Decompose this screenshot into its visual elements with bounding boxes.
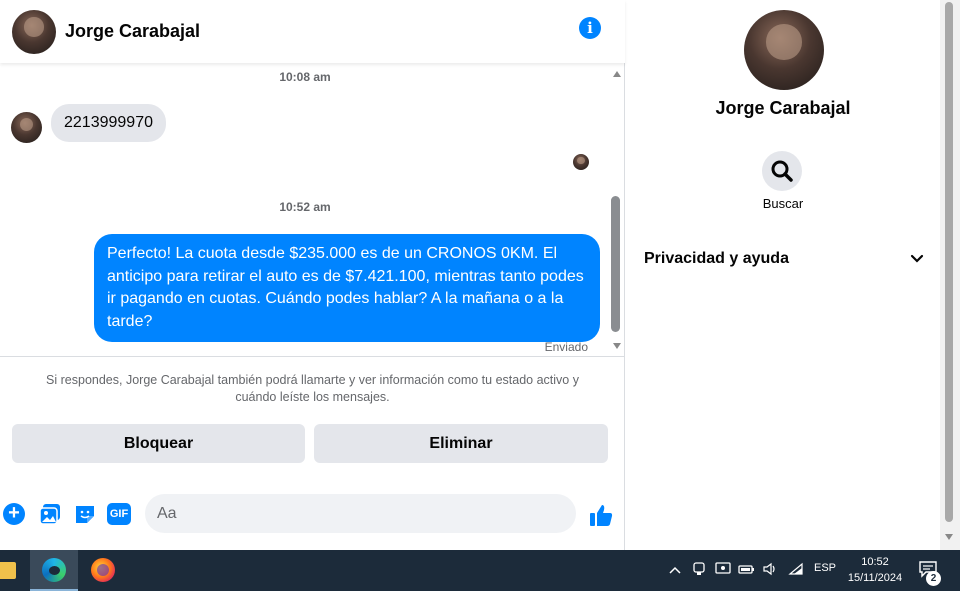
taskbar: ESP 10:52 15/11/2024 2 [0,550,960,591]
message-input[interactable] [157,503,537,525]
scroll-down-icon[interactable] [613,343,621,349]
delete-button[interactable]: Eliminar [314,424,608,463]
chevron-down-icon [910,254,924,263]
edge-button[interactable] [30,550,78,591]
sticker-icon[interactable] [74,503,96,525]
search-icon [771,160,793,182]
message-scrollbar[interactable] [610,66,624,354]
window-scrollbar[interactable] [940,0,960,550]
notification-badge: 2 [926,571,941,586]
volume-icon[interactable] [761,561,779,579]
profile-avatar[interactable] [744,10,824,90]
message-timestamp: 10:52 am [279,200,331,214]
info-icon[interactable]: i [579,17,601,39]
search-label[interactable]: Buscar [626,196,940,211]
window-scrollbar-thumb[interactable] [945,2,953,522]
block-button[interactable]: Bloquear [12,424,305,463]
file-explorer-icon [0,562,16,579]
seen-avatar [573,154,589,170]
incoming-message[interactable]: 2213999970 [51,104,166,142]
contact-name[interactable]: Jorge Carabajal [65,21,200,42]
firefox-button[interactable] [79,550,127,591]
clock-time: 10:52 [861,556,889,568]
sent-status: Enviado [544,340,588,354]
message-input-box[interactable] [145,494,713,533]
contact-avatar[interactable] [12,9,56,54]
clock-date: 15/11/2024 [847,572,903,584]
battery-icon[interactable] [738,561,756,579]
chevron-up-icon[interactable] [666,561,684,579]
gallery-icon[interactable] [39,503,61,525]
firefox-icon [91,558,115,582]
message-list: 10:08 am 2213999970 10:52 am Perfecto! L… [0,63,610,356]
sender-avatar[interactable] [11,112,42,143]
language-indicator[interactable]: ESP [814,562,836,574]
system-clock[interactable]: 10:52 15/11/2024 [842,554,908,586]
privacy-help-row[interactable]: Privacidad y ayuda [644,247,924,271]
privacy-help-label: Privacidad y ayuda [644,250,789,267]
screen-icon[interactable] [714,561,732,579]
wifi-icon[interactable] [787,561,805,579]
outgoing-message[interactable]: Perfecto! La cuota desde $235.000 es de … [94,234,600,342]
profile-name[interactable]: Jorge Carabajal [626,98,940,119]
message-composer: + GIF [0,490,713,540]
chat-pane: Jorge Carabajal i 10:08 am 2213999970 10… [0,0,713,550]
meet-icon[interactable] [690,561,708,579]
conversation-info-panel: Jorge Carabajal Buscar Privacidad y ayud… [626,0,940,550]
edge-icon [42,558,66,582]
scroll-up-icon[interactable] [613,71,621,77]
gif-icon[interactable]: GIF [107,503,131,525]
scroll-down-icon[interactable] [945,534,953,540]
search-button[interactable] [762,151,802,191]
privacy-notice: Si respondes, Jorge Carabajal también po… [0,356,625,406]
plus-icon[interactable]: + [3,503,25,525]
scrollbar-thumb[interactable] [611,196,620,332]
messenger-window: Jorge Carabajal i 10:08 am 2213999970 10… [0,0,960,550]
message-timestamp: 10:08 am [279,70,331,84]
like-icon[interactable] [588,502,614,528]
chat-header: Jorge Carabajal i [0,0,625,63]
